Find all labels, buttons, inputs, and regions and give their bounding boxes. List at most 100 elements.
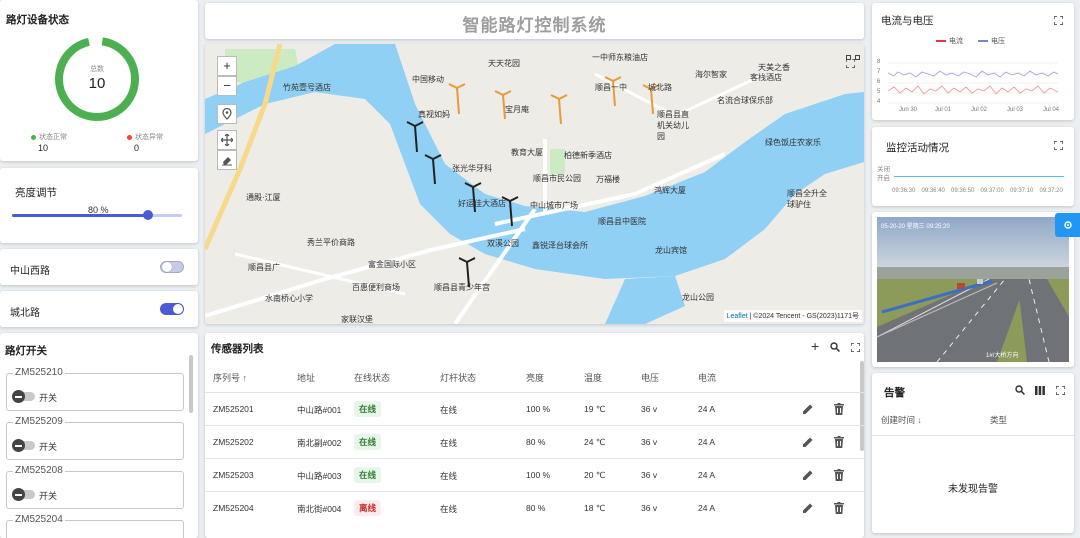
- x-tick-label: Jul 03: [1007, 107, 1024, 113]
- page-title: 智能路灯控制系统: [462, 16, 607, 35]
- erase-tool-button[interactable]: [217, 150, 237, 170]
- switch-toggle[interactable]: [12, 439, 35, 452]
- monitor-line: [894, 176, 1064, 177]
- map-label: 顺昌县广: [248, 263, 280, 272]
- col-brightness: 亮度: [526, 373, 545, 383]
- move-tool-button[interactable]: [217, 130, 237, 150]
- column-view-icon[interactable]: [1035, 386, 1045, 395]
- settings-fab[interactable]: [1055, 213, 1080, 237]
- road-toggle-card-1: 中山西路: [0, 249, 198, 285]
- cell-pole: 在线: [440, 405, 458, 415]
- cell-current: 24 A: [698, 437, 716, 447]
- col-pole: 灯杆状态: [440, 373, 477, 383]
- gear-icon: [1064, 221, 1072, 229]
- cell-serial: ZM525203: [213, 470, 254, 480]
- legend-current-label: 电流: [949, 38, 963, 45]
- alarm-fullscreen-icon[interactable]: [1056, 386, 1065, 395]
- chart-fullscreen-icon[interactable]: [1054, 16, 1063, 25]
- switch-toggle[interactable]: [12, 390, 35, 403]
- switch-id: ZM525209: [13, 416, 65, 427]
- delete-icon[interactable]: [834, 468, 844, 486]
- y-tick-label: 6: [877, 79, 881, 85]
- normal-value: 10: [38, 143, 49, 153]
- switch-item: ZM525210 开关: [6, 367, 184, 411]
- zoom-in-button[interactable]: +: [217, 56, 237, 76]
- alarm-search-icon[interactable]: [1015, 385, 1025, 395]
- table-scrollbar[interactable]: [860, 361, 864, 451]
- map-label: 中国移动: [412, 75, 444, 84]
- map-label: 真视如妈: [418, 110, 450, 119]
- road-toggle-zhongshan[interactable]: [160, 261, 184, 273]
- alarm-card: 告警 创建时间 ↓ 类型 未发现告警: [872, 373, 1074, 533]
- edit-icon[interactable]: [802, 468, 814, 486]
- online-status-badge: 在线: [354, 434, 382, 450]
- add-icon[interactable]: +: [811, 338, 819, 354]
- header-bar: 智能路灯控制系统: [205, 3, 864, 39]
- fullscreen-icon[interactable]: [851, 343, 860, 352]
- map-label: 百惠便利商场: [352, 283, 400, 292]
- col-online: 在线状态: [354, 373, 391, 383]
- camera-caption: 1#/大桥方向: [986, 353, 1019, 359]
- switch-toggle[interactable]: [12, 488, 35, 501]
- camera-timestamp: 05-20-20 星期三 09:25:20: [881, 224, 950, 230]
- voltage-series-line: [888, 70, 1059, 78]
- switch-scrollbar[interactable]: [189, 355, 193, 413]
- table-row-divider: [205, 392, 864, 393]
- monitor-activity-card: 监控活动情况 关闭 开启 09:36:30 09:36:40 09:36:50 09:…: [872, 127, 1074, 206]
- normal-label: 状态正常: [39, 134, 67, 141]
- road-toggle-chengbei[interactable]: [160, 303, 184, 315]
- delete-icon[interactable]: [834, 435, 844, 453]
- map-fullscreen-icon[interactable]: [845, 55, 860, 69]
- online-status-badge: 离线: [354, 500, 382, 516]
- edit-icon[interactable]: [802, 435, 814, 453]
- cell-brightness: 100 %: [526, 470, 551, 480]
- y-tick-label: 7: [877, 69, 881, 75]
- map-label: 绿色饭庄农家乐: [765, 138, 821, 147]
- device-status-card: 路灯设备状态 总数 10 状态正常 10 状态异常 0: [0, 0, 198, 161]
- cell-voltage: 36 v: [641, 470, 658, 480]
- map-label: 通殿·江厦: [246, 193, 281, 202]
- camera-feed[interactable]: [877, 217, 1069, 362]
- map-label: 竹苑壹号酒店: [283, 83, 331, 92]
- cell-address: 南北街#004: [297, 504, 342, 514]
- cell-pole: 在线: [440, 471, 458, 481]
- road-name: 城北路: [10, 308, 40, 319]
- marker-tool-button[interactable]: [217, 104, 237, 124]
- normal-dot: [31, 134, 36, 140]
- col-serial[interactable]: 序列号 ↑: [213, 371, 247, 384]
- cell-voltage: 36 v: [641, 503, 658, 513]
- alarm-col-time[interactable]: 创建时间 ↓: [881, 414, 922, 426]
- abnormal-label: 状态异常: [135, 134, 163, 141]
- map-label: 顺昌县青少年宫: [434, 283, 490, 292]
- map-label: 龙山宾馆: [655, 246, 687, 255]
- cell-temp: 18 ℃: [584, 503, 606, 513]
- monitor-fullscreen-icon[interactable]: [1054, 141, 1063, 150]
- edit-icon[interactable]: [802, 402, 814, 420]
- delete-icon[interactable]: [834, 402, 844, 420]
- zoom-out-button[interactable]: −: [217, 76, 237, 96]
- brightness-slider-fill: [12, 214, 148, 217]
- leaflet-link[interactable]: Leaflet: [727, 313, 748, 320]
- total-value: 10: [88, 75, 106, 92]
- cell-current: 24 A: [698, 404, 716, 414]
- toggle-knob: [162, 262, 172, 272]
- cell-voltage: 36 v: [641, 437, 658, 447]
- brightness-slider-thumb[interactable]: [143, 210, 153, 220]
- switch-item: ZM525209 开关: [6, 416, 184, 460]
- delete-icon[interactable]: [834, 501, 844, 519]
- edit-icon[interactable]: [802, 501, 814, 519]
- map-label: 双溪公园: [487, 239, 519, 248]
- map-panel[interactable]: 天天花园 一中师东粮油店 中国移动 天美之香 竹苑壹号酒店 海尔智家 客栈酒店 …: [205, 44, 864, 324]
- map-label: 顺昌县直机关幼儿园: [657, 110, 689, 141]
- map-label: 顺昌县中医院: [598, 217, 646, 226]
- switch-id: ZM525204: [13, 514, 65, 525]
- cell-brightness: 80 %: [526, 503, 546, 513]
- brightness-slider[interactable]: [12, 210, 182, 220]
- switch-label: 开关: [39, 393, 58, 403]
- map-label: 宝月庵: [505, 105, 529, 114]
- map-label: 顺昌市民公园: [533, 174, 581, 183]
- search-icon[interactable]: [830, 342, 840, 352]
- light-switch-title: 路灯开关: [5, 345, 47, 357]
- map-label: 鸿辉大厦: [654, 186, 686, 195]
- x-tick-label: Jun 30: [899, 107, 918, 113]
